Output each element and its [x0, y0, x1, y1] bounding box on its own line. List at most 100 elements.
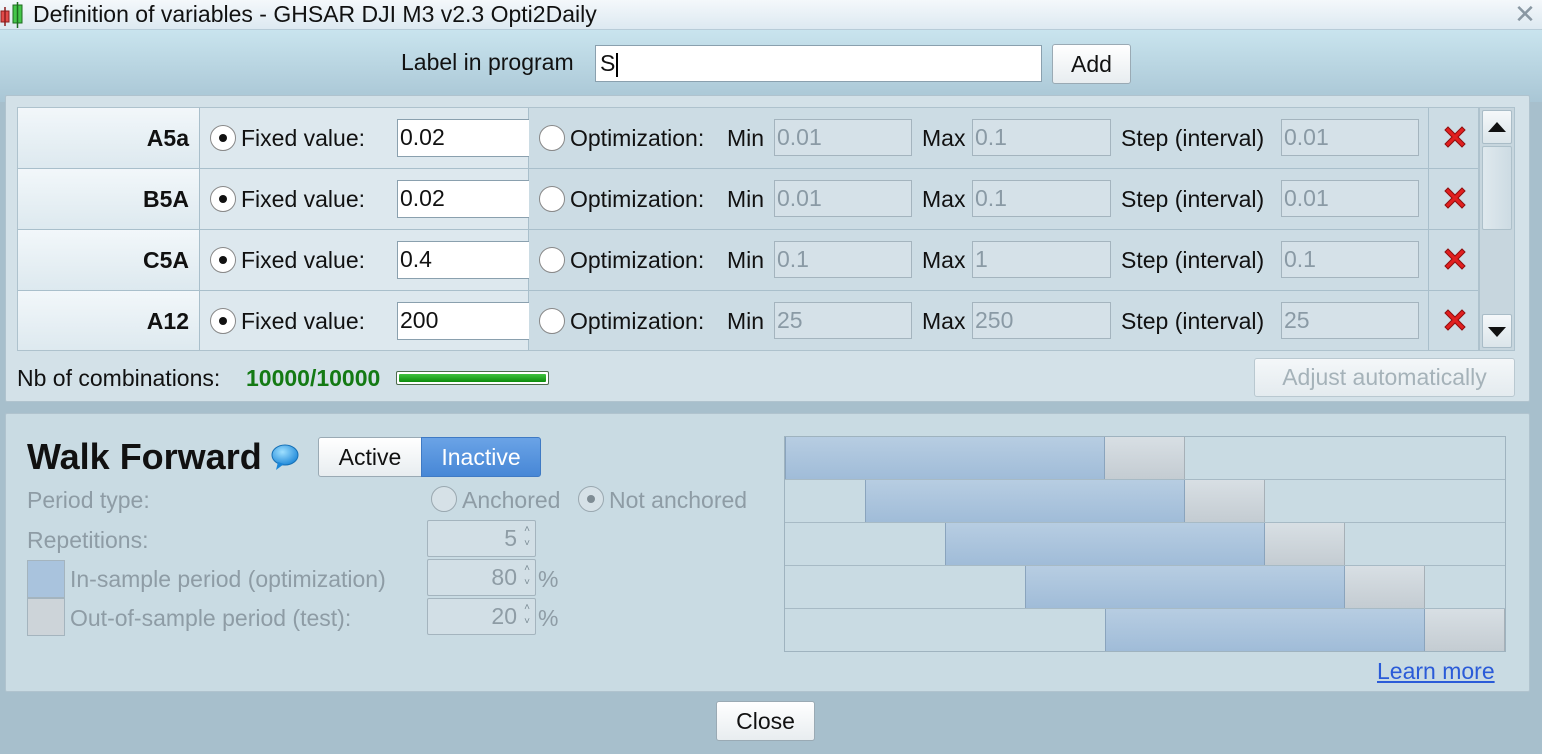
fixed-value-label: Fixed value:	[241, 308, 366, 334]
variable-name: A12	[18, 291, 200, 350]
fixed-value-radio[interactable]	[210, 125, 236, 151]
delete-x-icon[interactable]	[1441, 123, 1469, 151]
max-label: Max	[922, 125, 966, 151]
max-input[interactable]: 1	[972, 241, 1111, 278]
delete-cell	[1429, 108, 1478, 168]
arrow-down-icon	[1488, 327, 1506, 337]
repetitions-stepper[interactable]: 5 ˄ ˅	[427, 520, 536, 557]
max-label: Max	[922, 247, 966, 273]
variable-row: C5A Fixed value: 0.4 Optimization: Min 0…	[18, 230, 1478, 291]
close-icon[interactable]: ✕	[1512, 0, 1538, 28]
in-sample-bar	[785, 437, 1105, 479]
anchored-radio[interactable]	[431, 486, 457, 512]
stepper-arrows-icon[interactable]: ˄ ˅	[524, 601, 530, 629]
anchored-label: Anchored	[462, 487, 561, 513]
out-sample-bar	[1105, 437, 1185, 479]
step-input[interactable]: 25	[1281, 302, 1419, 339]
delete-x-icon[interactable]	[1441, 306, 1469, 334]
walk-forward-lane	[785, 609, 1505, 652]
optimization-label: Optimization:	[570, 125, 705, 151]
close-button[interactable]: Close	[716, 701, 815, 741]
delete-cell	[1429, 169, 1478, 229]
candlestick-chart-icon	[0, 2, 23, 28]
fixed-value-input[interactable]: 0.02	[397, 119, 536, 157]
combinations-label: Nb of combinations:	[17, 365, 221, 391]
min-input[interactable]: 0.01	[774, 119, 912, 156]
variable-row: B5A Fixed value: 0.02 Optimization: Min …	[18, 169, 1478, 230]
in-sample-bar	[1105, 609, 1425, 651]
step-input[interactable]: 0.01	[1281, 119, 1419, 156]
fixed-value-radio[interactable]	[210, 247, 236, 273]
delete-x-icon[interactable]	[1441, 245, 1469, 273]
in-sample-bar	[945, 523, 1265, 565]
walk-forward-inactive-toggle[interactable]: Inactive	[421, 437, 541, 477]
walk-forward-title: Walk Forward	[27, 436, 262, 477]
not-anchored-radio[interactable]	[578, 486, 604, 512]
fixed-value-label: Fixed value:	[241, 247, 366, 273]
step-label: Step (interval)	[1121, 125, 1265, 151]
out-sample-stepper[interactable]: 20 ˄ ˅	[427, 598, 536, 635]
min-label: Min	[727, 247, 765, 273]
variable-row: A12 Fixed value: 200 Optimization: Min 2…	[18, 291, 1478, 350]
optimization-label: Optimization:	[570, 308, 705, 334]
fixed-value-radio[interactable]	[210, 186, 236, 212]
out-sample-percent: %	[538, 605, 559, 631]
step-input[interactable]: 0.01	[1281, 180, 1419, 217]
min-input[interactable]: 0.1	[774, 241, 912, 278]
optimization-cell: Optimization: Min 0.01 Max 0.1 Step (int…	[529, 108, 1429, 168]
max-input[interactable]: 0.1	[972, 119, 1111, 156]
scroll-thumb[interactable]	[1482, 146, 1512, 230]
optimization-cell: Optimization: Min 0.01 Max 0.1 Step (int…	[529, 169, 1429, 229]
fixed-value-label: Fixed value:	[241, 186, 366, 212]
variables-scrollbar[interactable]	[1479, 107, 1515, 351]
in-sample-label: In-sample period (optimization)	[70, 566, 386, 592]
repetitions-label: Repetitions:	[27, 527, 149, 553]
speech-bubble-icon[interactable]	[270, 443, 300, 471]
out-sample-label: Out-of-sample period (test):	[70, 605, 352, 631]
optimization-radio[interactable]	[539, 247, 565, 273]
learn-more-link[interactable]: Learn more	[1377, 658, 1495, 685]
fixed-value-input[interactable]: 0.4	[397, 241, 536, 279]
min-label: Min	[727, 186, 765, 212]
fixed-value-input[interactable]: 200	[397, 302, 536, 340]
combinations-progress	[396, 371, 549, 385]
not-anchored-label: Not anchored	[609, 487, 748, 513]
in-sample-bar	[1025, 566, 1345, 608]
label-in-program-input[interactable]: S	[595, 45, 1042, 82]
optimization-radio[interactable]	[539, 186, 565, 212]
adjust-automatically-button[interactable]: Adjust automatically	[1254, 358, 1515, 397]
max-label: Max	[922, 186, 966, 212]
optimization-radio[interactable]	[539, 125, 565, 151]
max-input[interactable]: 0.1	[972, 180, 1111, 217]
scroll-up-button[interactable]	[1482, 110, 1512, 144]
walk-forward-lane	[785, 566, 1505, 609]
in-sample-bar	[865, 480, 1185, 522]
walk-forward-active-toggle[interactable]: Active	[318, 437, 422, 477]
min-input[interactable]: 0.01	[774, 180, 912, 217]
label-in-program-label: Label in program	[401, 49, 574, 75]
max-label: Max	[922, 308, 966, 334]
progress-fill	[399, 374, 546, 382]
variable-name: A5a	[18, 108, 200, 168]
window-title: Definition of variables - GHSAR DJI M3 v…	[33, 1, 597, 27]
min-label: Min	[727, 308, 765, 334]
stepper-arrows-icon[interactable]: ˄ ˅	[524, 523, 530, 551]
delete-x-icon[interactable]	[1441, 184, 1469, 212]
delete-cell	[1429, 230, 1478, 290]
optimization-radio[interactable]	[539, 308, 565, 334]
step-input[interactable]: 0.1	[1281, 241, 1419, 278]
variable-name: C5A	[18, 230, 200, 290]
walk-forward-lane	[785, 437, 1505, 480]
fixed-value-input[interactable]: 0.02	[397, 180, 536, 218]
in-sample-stepper[interactable]: 80 ˄ ˅	[427, 559, 536, 596]
optimization-label: Optimization:	[570, 186, 705, 212]
fixed-value-radio[interactable]	[210, 308, 236, 334]
min-input[interactable]: 25	[774, 302, 912, 339]
stepper-arrows-icon[interactable]: ˄ ˅	[524, 562, 530, 590]
variable-row: A5a Fixed value: 0.02 Optimization: Min …	[18, 108, 1478, 169]
scroll-down-button[interactable]	[1482, 314, 1512, 348]
in-sample-swatch	[27, 560, 65, 598]
add-button[interactable]: Add	[1052, 44, 1131, 84]
max-input[interactable]: 250	[972, 302, 1111, 339]
out-sample-bar	[1265, 523, 1345, 565]
